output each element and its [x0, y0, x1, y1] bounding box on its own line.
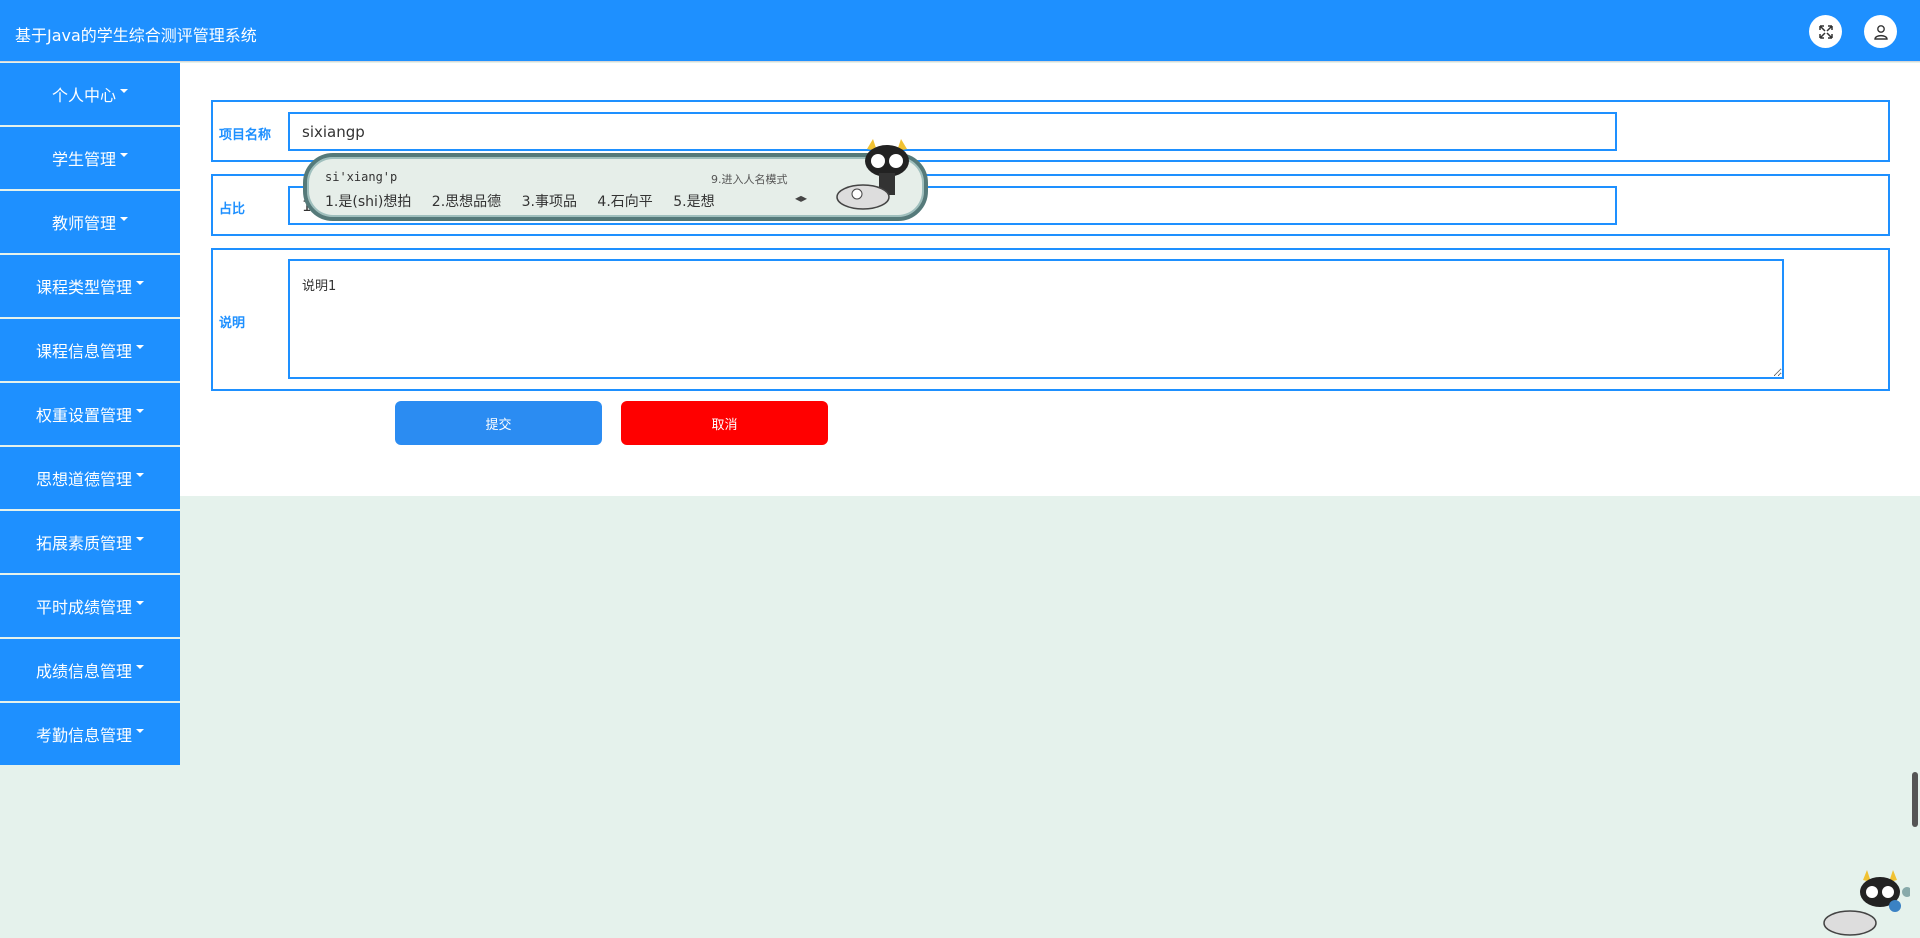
ime-candidate[interactable]: 3.事项品 [522, 194, 577, 210]
ime-hint: 9.进入人名模式 [711, 173, 788, 186]
caret-down-icon [136, 281, 144, 285]
ime-candidate[interactable]: 5.是想 [673, 194, 714, 210]
sidebar-item-attendance-info[interactable]: 考勤信息管理 [0, 703, 180, 765]
caret-down-icon [120, 217, 128, 221]
ime-candidate[interactable]: 1.是(shi)想拍 [325, 194, 411, 210]
sidebar-item-course-type-management[interactable]: 课程类型管理 [0, 255, 180, 317]
caret-down-icon [136, 537, 144, 541]
project-name-label: 项目名称 [219, 128, 272, 143]
cat-mascot-icon [836, 139, 909, 210]
ime-candidate[interactable]: 4.石向平 [597, 194, 652, 210]
sidebar-item-label: 思想道德管理 [35, 470, 132, 489]
scrollbar-thumb[interactable] [1912, 772, 1918, 827]
cat-mascot-icon [1823, 870, 1910, 936]
fullscreen-button[interactable] [1809, 15, 1842, 48]
cancel-button[interactable]: 取消 [621, 401, 828, 445]
arrow-right-icon[interactable]: ▸ [801, 191, 807, 205]
caret-down-icon [136, 345, 144, 349]
caret-down-icon [136, 409, 144, 413]
sidebar-item-personal-center[interactable]: 个人中心 [0, 63, 180, 125]
sidebar-item-label: 成绩信息管理 [35, 662, 132, 681]
sidebar-item-label: 课程类型管理 [35, 278, 132, 297]
sidebar-item-label: 个人中心 [51, 86, 116, 105]
sidebar-item-label: 平时成绩管理 [35, 598, 132, 617]
form-row-description: 说明 说明1 [211, 248, 1890, 391]
sidebar-item-extension-quality[interactable]: 拓展素质管理 [0, 511, 180, 573]
ratio-label: 占比 [219, 202, 246, 217]
description-textarea[interactable]: 说明1 [288, 259, 1784, 379]
top-bar: 基于Java的学生综合测评管理系统 [0, 0, 1920, 62]
sidebar-item-label: 教师管理 [51, 214, 116, 233]
caret-down-icon [136, 601, 144, 605]
caret-down-icon [136, 729, 144, 733]
sidebar-item-label: 拓展素质管理 [35, 534, 132, 553]
user-icon [1873, 24, 1888, 40]
project-name-input[interactable] [288, 112, 1617, 151]
main-content: 项目名称 占比 说明 说明1 提交 取消 [180, 63, 1920, 496]
sidebar-item-daily-scores[interactable]: 平时成绩管理 [0, 575, 180, 637]
user-button[interactable] [1864, 15, 1897, 48]
sidebar-item-label: 权重设置管理 [35, 406, 132, 425]
caret-down-icon [120, 153, 128, 157]
sidebar-item-moral-management[interactable]: 思想道德管理 [0, 447, 180, 509]
ime-page-arrows[interactable]: ◂▸ [795, 191, 807, 205]
sidebar-item-label: 考勤信息管理 [35, 726, 132, 745]
sidebar-item-score-info[interactable]: 成绩信息管理 [0, 639, 180, 701]
ime-candidates: 1.是(shi)想拍 2.思想品德 3.事项品 4.石向平 5.是想 [325, 191, 731, 211]
caret-down-icon [136, 473, 144, 477]
ime-candidate-window: si'xiang'p 9.进入人名模式 1.是(shi)想拍 2.思想品德 3.… [303, 139, 928, 221]
sidebar-item-weight-settings[interactable]: 权重设置管理 [0, 383, 180, 445]
app-title: 基于Java的学生综合测评管理系统 [15, 26, 257, 45]
ime-composition: si'xiang'p [325, 170, 398, 184]
ime-candidate[interactable]: 2.思想品德 [432, 194, 501, 210]
description-label: 说明 [219, 316, 246, 331]
expand-icon [1818, 24, 1833, 39]
caret-down-icon [120, 89, 128, 93]
sidebar: 个人中心 学生管理 教师管理 课程类型管理 课程信息管理 权重设置管理 思想道德… [0, 63, 180, 767]
sidebar-item-label: 课程信息管理 [35, 342, 132, 361]
submit-button[interactable]: 提交 [395, 401, 602, 445]
caret-down-icon [136, 665, 144, 669]
sidebar-item-teacher-management[interactable]: 教师管理 [0, 191, 180, 253]
sidebar-item-course-info-management[interactable]: 课程信息管理 [0, 319, 180, 381]
sidebar-item-student-management[interactable]: 学生管理 [0, 127, 180, 189]
sidebar-item-label: 学生管理 [51, 150, 116, 169]
